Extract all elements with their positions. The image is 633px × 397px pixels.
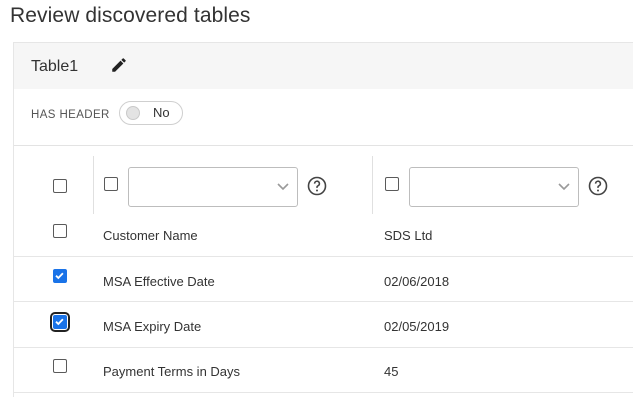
toggle-text: No — [153, 105, 170, 120]
toggle-knob — [126, 106, 140, 120]
column-2-checkbox[interactable] — [385, 177, 399, 191]
column-divider — [372, 156, 373, 214]
row-divider — [14, 347, 633, 348]
table-name: Table1 — [31, 58, 79, 75]
field-name-cell: Customer Name — [103, 228, 198, 243]
column-2-type-select[interactable] — [409, 167, 579, 207]
row-checkbox[interactable] — [53, 359, 67, 373]
row-checkbox[interactable] — [53, 269, 67, 283]
grid-top-border — [14, 145, 633, 146]
row-divider — [14, 256, 633, 257]
checkmark-icon — [55, 272, 64, 280]
field-value-cell: 02/05/2019 — [384, 319, 450, 334]
field-value-cell: SDS Ltd — [384, 228, 433, 243]
chevron-down-icon — [277, 183, 289, 191]
column-2-help-icon[interactable] — [588, 176, 608, 196]
has-header-toggle[interactable]: No — [119, 101, 183, 125]
has-header-label: HAS HEADER — [31, 109, 110, 121]
table-panel: Table1 HAS HEADER No Customer Name SDS L… — [13, 42, 633, 397]
column-divider — [93, 156, 94, 214]
field-name-cell: Payment Terms in Days — [103, 364, 241, 379]
field-name-cell: MSA Expiry Date — [103, 319, 202, 334]
column-1-checkbox[interactable] — [104, 177, 118, 191]
column-1-help-icon[interactable] — [307, 176, 327, 196]
row-checkbox[interactable] — [50, 312, 70, 332]
row-checkbox[interactable] — [53, 224, 67, 238]
field-value-cell: 45 — [384, 364, 399, 379]
page-title: Review discovered tables — [10, 4, 251, 27]
table-panel-header: Table1 — [14, 43, 633, 89]
field-value-cell: 02/06/2018 — [384, 274, 450, 289]
chevron-down-icon — [558, 183, 570, 191]
checkmark-icon — [55, 318, 64, 326]
select-all-checkbox[interactable] — [53, 179, 67, 193]
row-divider — [14, 301, 633, 302]
field-name-cell: MSA Effective Date — [103, 274, 215, 289]
column-1-type-select[interactable] — [128, 167, 298, 207]
edit-icon[interactable] — [110, 56, 128, 74]
row-divider — [14, 392, 633, 393]
